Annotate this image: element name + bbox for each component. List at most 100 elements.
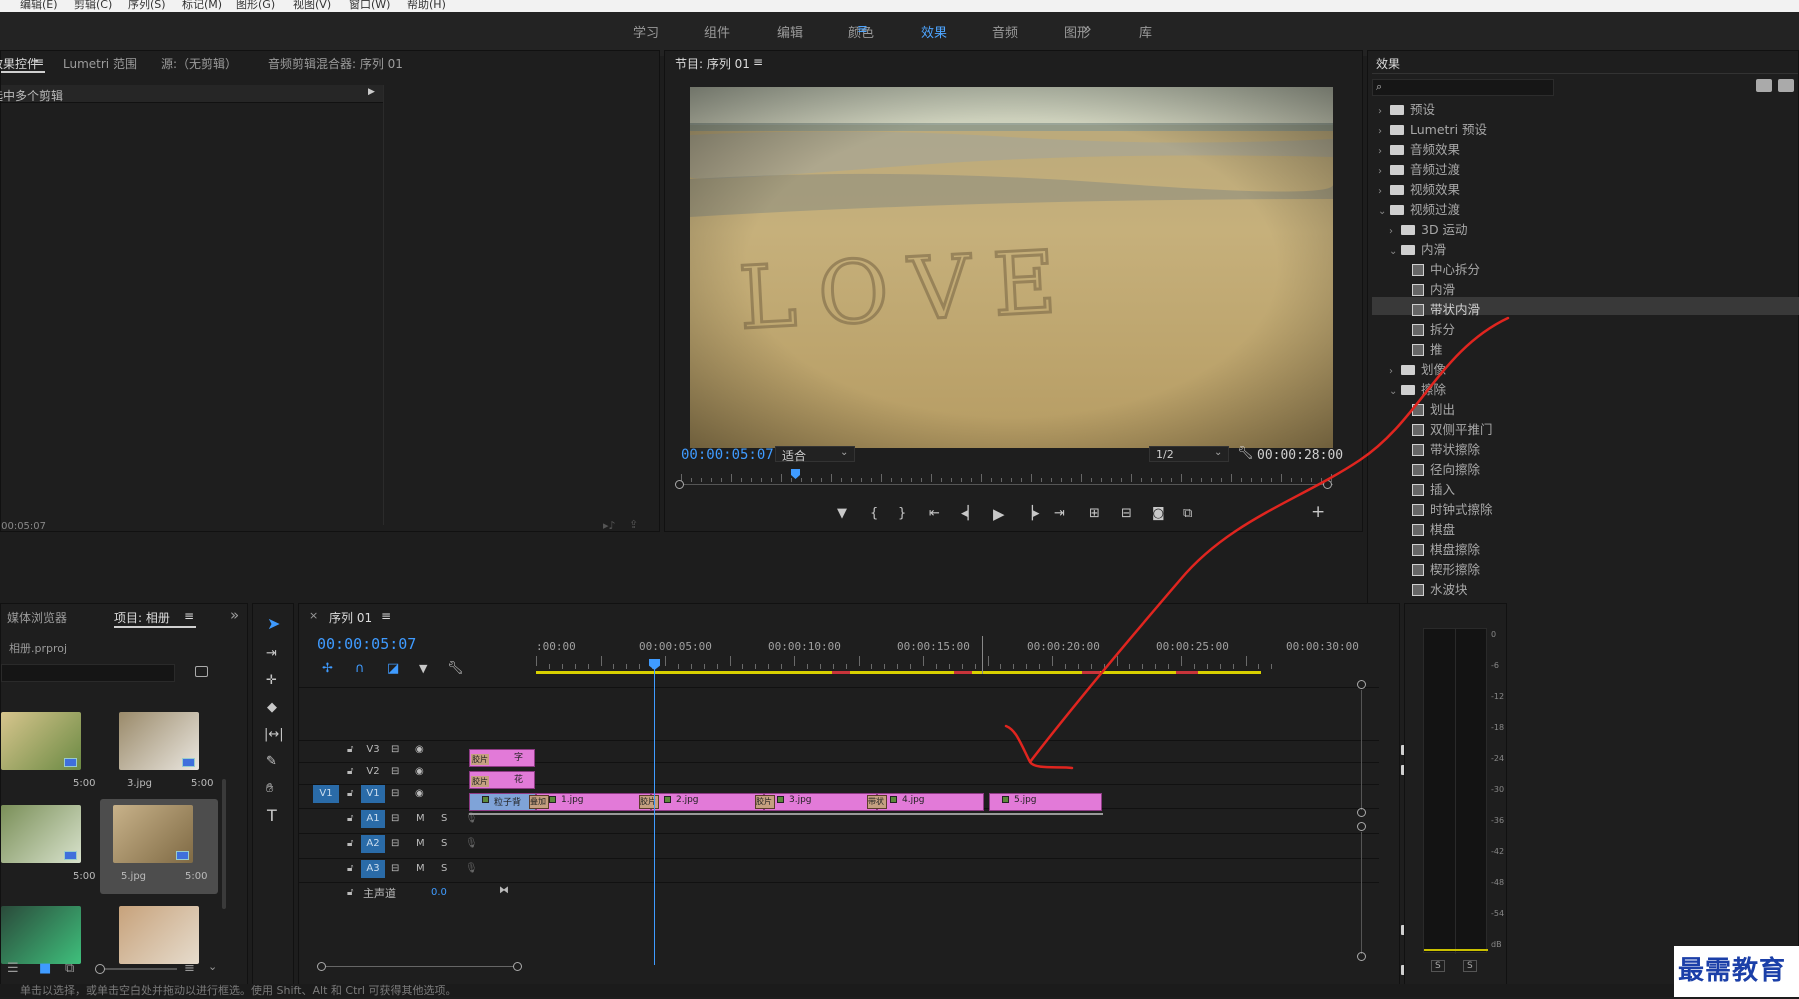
- sync-lock-icon[interactable]: ⊟: [391, 744, 399, 755]
- timeline-timecode[interactable]: 00:00:05:07: [317, 635, 416, 653]
- zoom-slider[interactable]: [97, 968, 177, 970]
- sync-lock-icon[interactable]: ⊟: [391, 813, 399, 824]
- menu-item-1[interactable]: 剪辑(C): [74, 0, 112, 12]
- step-back-icon[interactable]: ◂▏: [961, 507, 978, 521]
- chevron-icon[interactable]: ⌄: [1378, 206, 1390, 217]
- lift-icon[interactable]: ⊞: [1089, 507, 1100, 521]
- clip-v1-2[interactable]: 2.jpg: [651, 793, 764, 811]
- lock-icon[interactable]: 🔓︎: [347, 766, 353, 777]
- chevron-icon[interactable]: ⌄: [1389, 246, 1401, 257]
- effect-item[interactable]: 径向擦除: [1400, 459, 1480, 478]
- go-to-out-icon[interactable]: ⇥: [1054, 507, 1065, 521]
- add-marker-icon[interactable]: ▼: [419, 662, 427, 676]
- jump-icon[interactable]: ⧓: [499, 885, 509, 896]
- nest-icon[interactable]: ✢: [322, 662, 333, 676]
- sequence-tab[interactable]: 序列 01: [329, 609, 372, 626]
- play-icon[interactable]: ▶: [993, 507, 1005, 522]
- expand-arrow-icon[interactable]: ▶: [368, 87, 375, 97]
- effect-item[interactable]: 推: [1400, 339, 1443, 358]
- mute-button[interactable]: M: [416, 838, 425, 849]
- lock-icon[interactable]: 🔓︎: [347, 887, 353, 898]
- track-label-v1[interactable]: V1: [361, 785, 385, 803]
- close-sequence-icon[interactable]: ×: [309, 609, 318, 622]
- new-bin-icon[interactable]: [1756, 79, 1772, 92]
- menu-item-0[interactable]: 编辑(E): [20, 0, 58, 12]
- chevron-icon[interactable]: ›: [1378, 126, 1390, 137]
- timeline-zoom-left[interactable]: [317, 962, 326, 971]
- menu-item-6[interactable]: 窗口(W): [349, 0, 390, 12]
- v-scroll-handle-top[interactable]: [1357, 680, 1366, 689]
- tab-audio-clip-mixer[interactable]: 音频剪辑混合器: 序列 01: [268, 55, 403, 72]
- effects-folder[interactable]: › 预设: [1378, 99, 1435, 118]
- eye-icon[interactable]: ◉: [415, 744, 424, 755]
- tab-project[interactable]: 项目: 相册: [114, 609, 170, 626]
- zoom-slider-handle[interactable]: [95, 964, 105, 974]
- ripple-edit-tool-icon[interactable]: ✛: [266, 674, 277, 688]
- workspace-more-icon[interactable]: »: [1082, 19, 1092, 38]
- lock-icon[interactable]: 🔓︎: [347, 813, 353, 824]
- chevron-icon[interactable]: ⌄: [1389, 386, 1401, 397]
- tab-media-browser[interactable]: 媒体浏览器: [7, 609, 67, 626]
- effect-item[interactable]: 插入: [1400, 479, 1455, 498]
- export-icon[interactable]: ⇪: [629, 518, 638, 531]
- pen-tool-icon[interactable]: ✎: [266, 755, 277, 769]
- effect-item[interactable]: 棋盘: [1400, 519, 1455, 538]
- effects-folder[interactable]: › Lumetri 预设: [1378, 119, 1487, 138]
- freeform-view-icon[interactable]: ⧉: [65, 962, 74, 976]
- effects-title[interactable]: 效果: [1376, 55, 1400, 72]
- effect-item[interactable]: 中心拆分: [1400, 259, 1480, 278]
- clip-v2[interactable]: 胶片 花: [469, 771, 535, 789]
- sync-lock-icon[interactable]: ⊟: [391, 838, 399, 849]
- zoom-level-select[interactable]: 适合 ⌄: [775, 446, 855, 463]
- lock-icon[interactable]: 🔓︎: [347, 788, 353, 799]
- icon-view-icon[interactable]: ■: [39, 962, 51, 976]
- workspace-tab-5[interactable]: 音频: [992, 22, 1018, 41]
- effect-item[interactable]: 棋盘擦除: [1400, 539, 1480, 558]
- transition-block[interactable]: 胶片: [639, 795, 659, 809]
- tab-menu-icon[interactable]: ≡: [34, 55, 44, 69]
- effects-folder[interactable]: ⌄ 视频过渡: [1378, 199, 1460, 218]
- effect-item[interactable]: 内滑: [1400, 279, 1455, 298]
- v-scroll-handle-mid[interactable]: [1357, 808, 1366, 817]
- work-area-bar[interactable]: [536, 671, 1261, 674]
- snap-icon[interactable]: ∩: [355, 662, 365, 676]
- lock-icon[interactable]: 🔓︎: [347, 744, 353, 755]
- panel-more-icon[interactable]: »: [230, 606, 239, 624]
- workspace-tab-7[interactable]: 库: [1139, 22, 1152, 41]
- clip-v1-1[interactable]: 1.jpg: [536, 793, 651, 811]
- effects-folder[interactable]: ⌄ 内滑: [1389, 239, 1446, 258]
- hand-tool-icon[interactable]: ✋︎: [266, 782, 273, 796]
- chevron-down-icon[interactable]: ⌄: [208, 960, 217, 974]
- filter-icon[interactable]: ▸♪: [603, 519, 616, 532]
- timeline-zoom-bar[interactable]: [321, 966, 521, 967]
- workspace-tab-4[interactable]: 效果: [921, 22, 947, 41]
- chevron-icon[interactable]: ›: [1378, 186, 1390, 197]
- tab-source[interactable]: 源:（无剪辑）: [161, 55, 237, 72]
- effects-search-input[interactable]: ⌕: [1372, 79, 1554, 96]
- workspace-tab-1[interactable]: 组件: [704, 22, 730, 41]
- program-menu-icon[interactable]: ≡: [753, 55, 763, 69]
- clip-v1-3[interactable]: 3.jpg: [764, 793, 877, 811]
- effects-folder[interactable]: › 音频效果: [1378, 139, 1460, 158]
- program-title[interactable]: 节目: 序列 01: [675, 55, 750, 72]
- sync-lock-icon[interactable]: ⊟: [391, 766, 399, 777]
- menu-item-7[interactable]: 帮助(H): [407, 0, 446, 12]
- add-marker-icon[interactable]: ▼: [837, 507, 847, 521]
- track-select-tool-icon[interactable]: ⇥: [266, 647, 277, 661]
- clip-v1-4[interactable]: 4.jpg: [877, 793, 984, 811]
- effect-item[interactable]: 双侧平推门: [1400, 419, 1493, 438]
- type-tool-icon[interactable]: T: [267, 808, 277, 824]
- wrench-icon[interactable]: 🔧︎: [1237, 446, 1254, 461]
- menu-item-3[interactable]: 标记(M): [182, 0, 222, 12]
- meter-solo-left[interactable]: S: [1431, 960, 1445, 972]
- chevron-icon[interactable]: ›: [1378, 146, 1390, 157]
- effect-item[interactable]: 水波块: [1400, 579, 1468, 598]
- selection-tool-icon[interactable]: ➤: [267, 616, 280, 632]
- project-scrollbar[interactable]: [222, 779, 226, 909]
- sort-icon[interactable]: ≡: [184, 962, 195, 976]
- resolution-select[interactable]: 1/2 ⌄: [1149, 446, 1229, 462]
- effects-folder[interactable]: › 视频效果: [1378, 179, 1460, 198]
- effects-folder[interactable]: ⌄ 擦除: [1389, 379, 1446, 398]
- track-label-v2[interactable]: V2: [361, 763, 385, 781]
- workspace-tab-0[interactable]: 学习: [633, 22, 659, 41]
